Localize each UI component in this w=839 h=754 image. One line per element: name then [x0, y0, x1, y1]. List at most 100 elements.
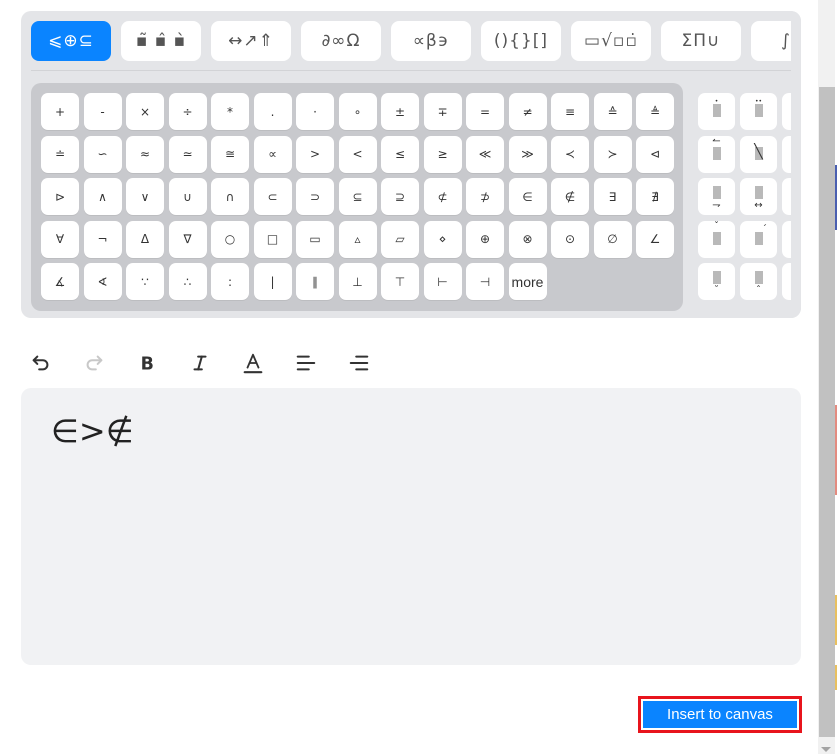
symbol-key[interactable]: ▭	[296, 220, 334, 258]
accent-key-under-right-arrow-accent[interactable]: ⇁	[698, 178, 735, 215]
accent-key-dot-accent[interactable]: •	[698, 93, 735, 130]
symbol-key[interactable]: =	[466, 93, 504, 130]
symbol-key[interactable]: ∩	[211, 178, 249, 215]
italic-button[interactable]	[187, 348, 240, 378]
symbol-key[interactable]: ▱	[381, 220, 419, 258]
symbol-key[interactable]: ∄	[636, 178, 674, 215]
symbol-key[interactable]: ∉	[551, 178, 589, 215]
symbol-key[interactable]: ∇	[168, 220, 207, 258]
undo-button[interactable]	[28, 348, 81, 378]
symbol-key[interactable]: +	[41, 93, 79, 130]
category-tab-fractions-roots[interactable]: ▭√▫▫̇	[571, 21, 651, 61]
symbol-key[interactable]: ≙	[593, 93, 632, 130]
symbol-key[interactable]: ∧	[83, 178, 122, 215]
symbol-key[interactable]: -	[83, 93, 122, 130]
symbol-key[interactable]: ∡	[41, 263, 79, 300]
accent-key-under-hat-accent[interactable]: ˆ	[740, 263, 777, 300]
symbol-key[interactable]: ⊗	[508, 220, 547, 258]
symbol-key[interactable]: ⊢	[423, 263, 462, 300]
formula-input-area[interactable]: ∈>∉	[21, 388, 801, 665]
symbol-key[interactable]: ⊃	[296, 178, 334, 215]
symbol-key[interactable]: ·	[296, 93, 334, 130]
symbol-key[interactable]: ≅	[211, 135, 249, 173]
symbol-key[interactable]: ≺	[551, 135, 589, 173]
accent-key-acute-accent[interactable]: ˊ	[740, 220, 777, 258]
vertical-scrollbar[interactable]	[818, 0, 835, 754]
symbol-key[interactable]: .	[253, 93, 292, 130]
symbol-key[interactable]: ⊙	[551, 220, 589, 258]
symbol-key[interactable]: <	[338, 135, 377, 173]
align-center-button[interactable]	[346, 348, 399, 378]
scroll-down-arrow-icon[interactable]	[821, 747, 831, 752]
symbol-key[interactable]: ≐	[41, 135, 79, 173]
accent-key-under-breve-accent[interactable]: ˘	[698, 263, 735, 300]
symbol-key[interactable]: ⊤	[381, 263, 419, 300]
symbol-key[interactable]: ≪	[466, 135, 504, 173]
symbol-key[interactable]: ⊳	[41, 178, 79, 215]
symbol-key[interactable]: ∪	[168, 178, 207, 215]
symbol-key[interactable]: :	[211, 263, 249, 300]
formula-content[interactable]: ∈>∉	[51, 412, 134, 450]
accent-key-under-double-arrow-accent[interactable]: ↔	[740, 178, 777, 215]
redo-button[interactable]	[81, 348, 134, 378]
symbol-key[interactable]: ∈	[508, 178, 547, 215]
symbol-key[interactable]: ⊄	[423, 178, 462, 215]
symbol-key[interactable]: ≜	[636, 93, 674, 130]
font-color-button[interactable]	[240, 348, 293, 378]
symbol-key[interactable]: ⊥	[338, 263, 377, 300]
symbol-key[interactable]: □	[253, 220, 292, 258]
symbol-key[interactable]: ⋄	[423, 220, 462, 258]
symbol-key[interactable]: ⊇	[381, 178, 419, 215]
symbol-key[interactable]: ⊣	[466, 263, 504, 300]
symbol-key[interactable]: ≥	[423, 135, 462, 173]
symbol-key[interactable]: ⊕	[466, 220, 504, 258]
category-tab-accents[interactable]: ▪̃ ▪̂ ▪̀	[121, 21, 201, 61]
symbol-key[interactable]: ∓	[423, 93, 462, 130]
symbol-key[interactable]: ≡	[551, 93, 589, 130]
symbol-key[interactable]: *	[211, 93, 249, 130]
accent-key-strikethrough-accent[interactable]: ╲	[740, 135, 777, 173]
symbol-key[interactable]: ∀	[41, 220, 79, 258]
symbol-key[interactable]: ¬	[83, 220, 122, 258]
symbol-key[interactable]: ∝	[253, 135, 292, 173]
symbol-key[interactable]: ⊆	[338, 178, 377, 215]
symbol-key[interactable]: ÷	[168, 93, 207, 130]
symbol-key[interactable]: ∃	[593, 178, 632, 215]
symbol-key[interactable]: ±	[381, 93, 419, 130]
symbol-key[interactable]: ⊂	[253, 178, 292, 215]
symbol-key[interactable]: ⊅	[466, 178, 504, 215]
category-tab-large-operators[interactable]: ΣΠ∪	[661, 21, 741, 61]
symbol-key[interactable]: ×	[126, 93, 164, 130]
symbol-key[interactable]: ∴	[168, 263, 207, 300]
symbol-key[interactable]: ≈	[126, 135, 164, 173]
symbol-key[interactable]: ∽	[83, 135, 122, 173]
category-tab-relations-operators[interactable]: ⩽⊕⊆	[31, 21, 111, 61]
symbol-key[interactable]: ∅	[593, 220, 632, 258]
insert-to-canvas-button[interactable]: Insert to canvas	[643, 701, 797, 728]
symbol-key[interactable]: ≃	[168, 135, 207, 173]
accent-key-left-harpoon-accent[interactable]: ↼	[698, 135, 735, 173]
symbol-key[interactable]: ∥	[296, 263, 334, 300]
symbol-key[interactable]: ∵	[126, 263, 164, 300]
symbol-key[interactable]: Δ	[126, 220, 164, 258]
scrollbar-thumb[interactable]	[819, 87, 835, 737]
symbol-key[interactable]: ≫	[508, 135, 547, 173]
accent-key-check-accent[interactable]: ˇ	[698, 220, 735, 258]
symbol-key[interactable]: |	[253, 263, 292, 300]
symbol-key[interactable]: ∘	[338, 93, 377, 130]
category-tab-greek[interactable]: ∝β϶	[391, 21, 471, 61]
symbol-key[interactable]: ≻	[593, 135, 632, 173]
symbol-key[interactable]: ○	[211, 220, 249, 258]
category-tab-arrows[interactable]: ↔↗⇑	[211, 21, 291, 61]
align-left-button[interactable]	[293, 348, 346, 378]
category-tab-brackets[interactable]: (){}[]	[481, 21, 561, 61]
symbol-key[interactable]: ∨	[126, 178, 164, 215]
symbol-key[interactable]: ≠	[508, 93, 547, 130]
category-tab-misc-symbols[interactable]: ∂∞Ω	[301, 21, 381, 61]
bold-button[interactable]: B	[134, 348, 187, 378]
symbol-key[interactable]: ∠	[636, 220, 674, 258]
accent-key-double-dot-accent[interactable]: ••	[740, 93, 777, 130]
symbol-key[interactable]: ∢	[83, 263, 122, 300]
symbol-key[interactable]: ≤	[381, 135, 419, 173]
symbol-key[interactable]: ▵	[338, 220, 377, 258]
